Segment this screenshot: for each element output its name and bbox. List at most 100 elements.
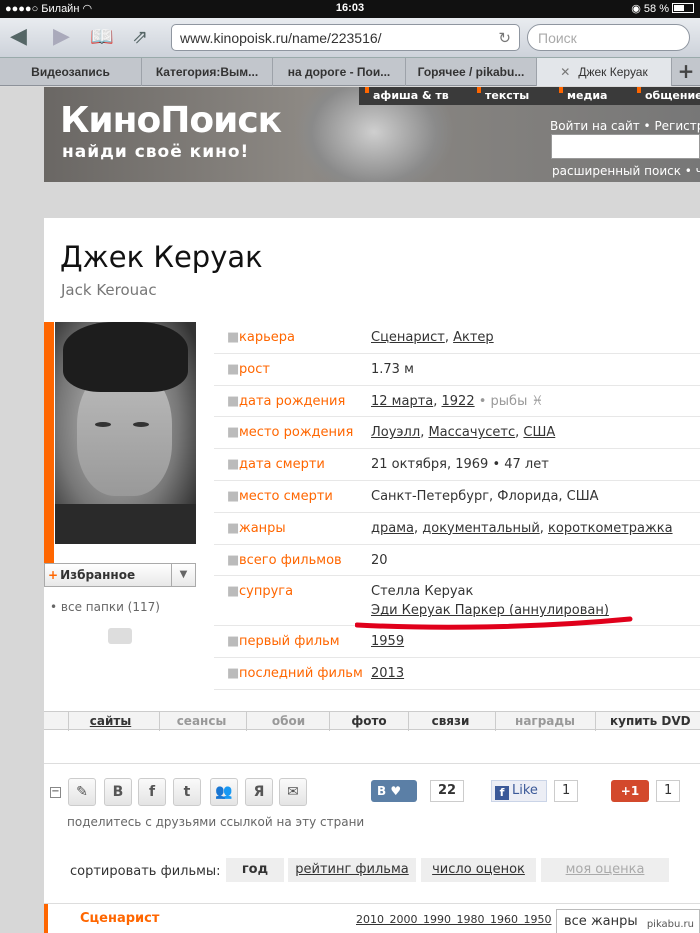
tab-3[interactable]: Горячее / pikabu...: [406, 58, 537, 86]
browser-tabs: Видеозапись Категория:Вым... на дороге -…: [0, 58, 700, 86]
top-menu: афиша & тв тексты медиа общение: [359, 87, 700, 105]
link-drama[interactable]: драма: [371, 521, 414, 536]
tab-1[interactable]: Категория:Вым...: [142, 58, 273, 86]
share-text: поделитесь с друзьями ссылкой на эту стр…: [67, 815, 365, 829]
forward-icon[interactable]: ▶: [53, 26, 70, 48]
info-row-death-date: ■ дата смерти 21 октября, 1969 • 47 лет: [214, 449, 700, 481]
tab-photo[interactable]: фото: [329, 714, 409, 728]
share-icon[interactable]: ⇗: [132, 26, 148, 48]
tab-sites[interactable]: сайты: [68, 714, 153, 728]
google-plus-button[interactable]: +1: [611, 780, 649, 802]
close-tab-icon[interactable]: ✕: [560, 65, 570, 79]
status-bar: ●●●●○ Билайн ◠ 16:03 ◉ 58 %: [0, 0, 700, 18]
battery-status: ◉ 58 %: [631, 2, 694, 15]
link-birth-day[interactable]: 12 марта: [371, 394, 433, 409]
advanced-search-link[interactable]: расширенный поиск • ч: [552, 164, 700, 178]
login-link[interactable]: Войти на сайт • Регистр: [550, 119, 700, 133]
person-tabs: сайты сеансы обои фото связи награды куп…: [44, 711, 700, 731]
person-info-table: ■ карьера Сценарист, Актер ■ рост 1.73 м ■ да…: [214, 322, 700, 690]
browser-toolbar: ◀ ▶ 📖 ⇗ www.kinopoisk.ru/name/223516/↻ П…: [0, 18, 700, 58]
collapse-icon[interactable]: −: [50, 787, 61, 798]
link-massachusetts[interactable]: Массачусетс: [428, 425, 515, 440]
url-field[interactable]: www.kinopoisk.ru/name/223516/↻: [171, 24, 520, 51]
sort-label: сортировать фильмы:: [70, 864, 221, 879]
vk-like-button[interactable]: B ♥: [371, 780, 417, 802]
menu-item-community[interactable]: общение: [637, 87, 700, 102]
web-page: КиноПоиск найди своё кино! афиша & тв те…: [0, 87, 700, 933]
sort-votes[interactable]: число оценок: [421, 858, 536, 882]
link-short[interactable]: короткометражка: [548, 521, 673, 536]
career-title: Сценарист: [80, 911, 160, 926]
accent-bar: [44, 322, 54, 575]
site-logo[interactable]: КиноПоиск: [60, 101, 282, 141]
facebook-like-button[interactable]: f Like: [491, 780, 547, 802]
bookmarks-icon[interactable]: 📖: [90, 26, 114, 48]
page-title: Джек Керуак: [60, 240, 263, 274]
folders-link[interactable]: • все папки (117): [50, 600, 160, 614]
year-link[interactable]: 1950: [524, 913, 552, 926]
link-last-film[interactable]: 2013: [371, 666, 404, 681]
tab-wallpapers[interactable]: обои: [246, 714, 331, 728]
edit-icon[interactable]: ✎: [68, 778, 96, 806]
link-documentary[interactable]: документальный: [422, 521, 540, 536]
year-link[interactable]: 2010: [356, 913, 384, 926]
reload-icon[interactable]: ↻: [498, 29, 511, 47]
year-link[interactable]: 1990: [423, 913, 451, 926]
watermark: pikabu.ru: [644, 919, 696, 930]
year-link[interactable]: 2000: [390, 913, 418, 926]
mail-icon[interactable]: ✉: [279, 778, 307, 806]
link-first-film[interactable]: 1959: [371, 634, 404, 649]
comment-icon[interactable]: [108, 628, 132, 644]
sort-rating[interactable]: рейтинг фильма: [288, 858, 416, 882]
sort-my-rating[interactable]: моя оценка: [541, 858, 669, 882]
browser-search-input[interactable]: Поиск: [527, 24, 690, 51]
sort-year[interactable]: год: [226, 858, 284, 882]
vk-count: 22: [430, 780, 465, 802]
friends-icon[interactable]: 👥: [210, 778, 238, 806]
year-links: 2010 2000 1990 1980 1960 1950: [356, 913, 552, 926]
facebook-like-icon: f: [495, 786, 509, 800]
info-row-height: ■ рост 1.73 м: [214, 354, 700, 386]
site-header: КиноПоиск найди своё кино! афиша & тв те…: [44, 87, 700, 182]
facebook-count: 1: [554, 780, 579, 802]
original-name: Jack Kerouac: [61, 281, 157, 299]
new-tab-icon[interactable]: +: [672, 58, 700, 86]
plus-icon: +: [48, 568, 59, 582]
link-lowell[interactable]: Лоуэлл: [371, 425, 420, 440]
tab-0[interactable]: Видеозапись: [0, 58, 142, 86]
share-bar: − ✎ B f t 👥 Я ✉ поделитесь с друзьями сс…: [44, 763, 700, 843]
year-link[interactable]: 1960: [490, 913, 518, 926]
link-actor[interactable]: Актер: [453, 330, 494, 345]
info-row-birth-place: ■ место рождения Лоуэлл, Массачусетс, США: [214, 417, 700, 450]
site-slogan: найди своё кино!: [62, 142, 250, 162]
favorites-button[interactable]: + Избранное ▼: [44, 563, 196, 587]
tab-awards[interactable]: награды: [495, 714, 595, 728]
year-link[interactable]: 1980: [457, 913, 485, 926]
tab-relations[interactable]: связи: [408, 714, 493, 728]
clock: 16:03: [335, 2, 365, 14]
person-photo[interactable]: [55, 322, 196, 544]
tab-active[interactable]: ✕ Джек Керуак: [537, 58, 672, 86]
info-row-last-film: ■ последний фильм 2013: [214, 658, 700, 690]
tab-2[interactable]: на дороге - Пои...: [273, 58, 406, 86]
zodiac[interactable]: • рыбы ♓: [475, 394, 543, 409]
menu-item-texts[interactable]: тексты: [476, 87, 529, 102]
red-underline-annotation: [355, 616, 633, 630]
twitter-icon[interactable]: t: [173, 778, 201, 806]
vk-icon[interactable]: B: [104, 778, 132, 806]
link-usa[interactable]: США: [523, 425, 555, 440]
link-writer[interactable]: Сценарист: [371, 330, 445, 345]
menu-item-afisha[interactable]: афиша & тв: [365, 87, 449, 102]
menu-item-media[interactable]: медиа: [558, 87, 607, 102]
battery-icon: [672, 3, 694, 13]
info-row-birth-date: ■ дата рождения 12 марта, 1922 • рыбы ♓: [214, 386, 700, 418]
tab-sessions[interactable]: сеансы: [159, 714, 244, 728]
yandex-icon[interactable]: Я: [245, 778, 273, 806]
site-search-input[interactable]: [551, 134, 700, 159]
tab-buy-dvd[interactable]: купить DVD: [610, 714, 700, 728]
facebook-icon[interactable]: f: [138, 778, 166, 806]
info-row-career: ■ карьера Сценарист, Актер: [214, 322, 700, 354]
back-icon[interactable]: ◀: [10, 26, 27, 48]
link-birth-year[interactable]: 1922: [442, 394, 475, 409]
chevron-down-icon[interactable]: ▼: [171, 564, 195, 586]
